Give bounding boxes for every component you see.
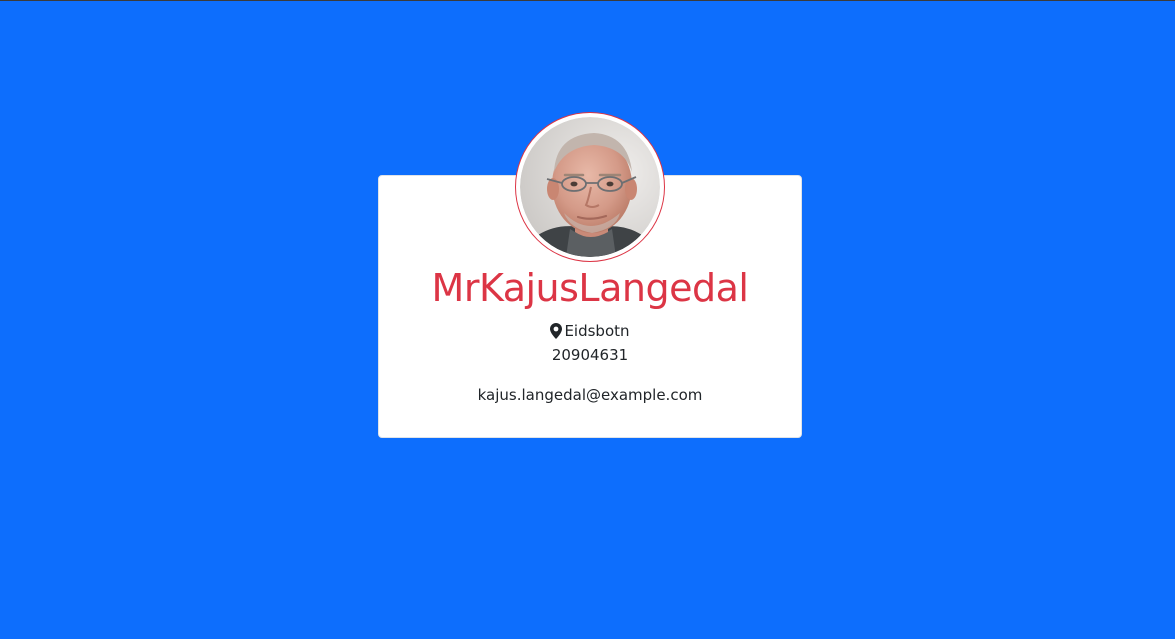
page: { "profile": { "name": "MrKajusLangedal"… — [0, 0, 1175, 639]
location-text: Eidsbotn — [564, 322, 630, 340]
profile-name: MrKajusLangedal — [431, 266, 749, 310]
email-address: kajus.langedal@example.com — [477, 386, 703, 404]
location-line: Eidsbotn — [378, 320, 802, 342]
window-top-border — [0, 0, 1175, 1]
profile-photo — [520, 117, 660, 257]
avatar — [515, 112, 665, 262]
phone-number: 20904631 — [551, 346, 629, 364]
map-pin-icon — [550, 323, 563, 339]
